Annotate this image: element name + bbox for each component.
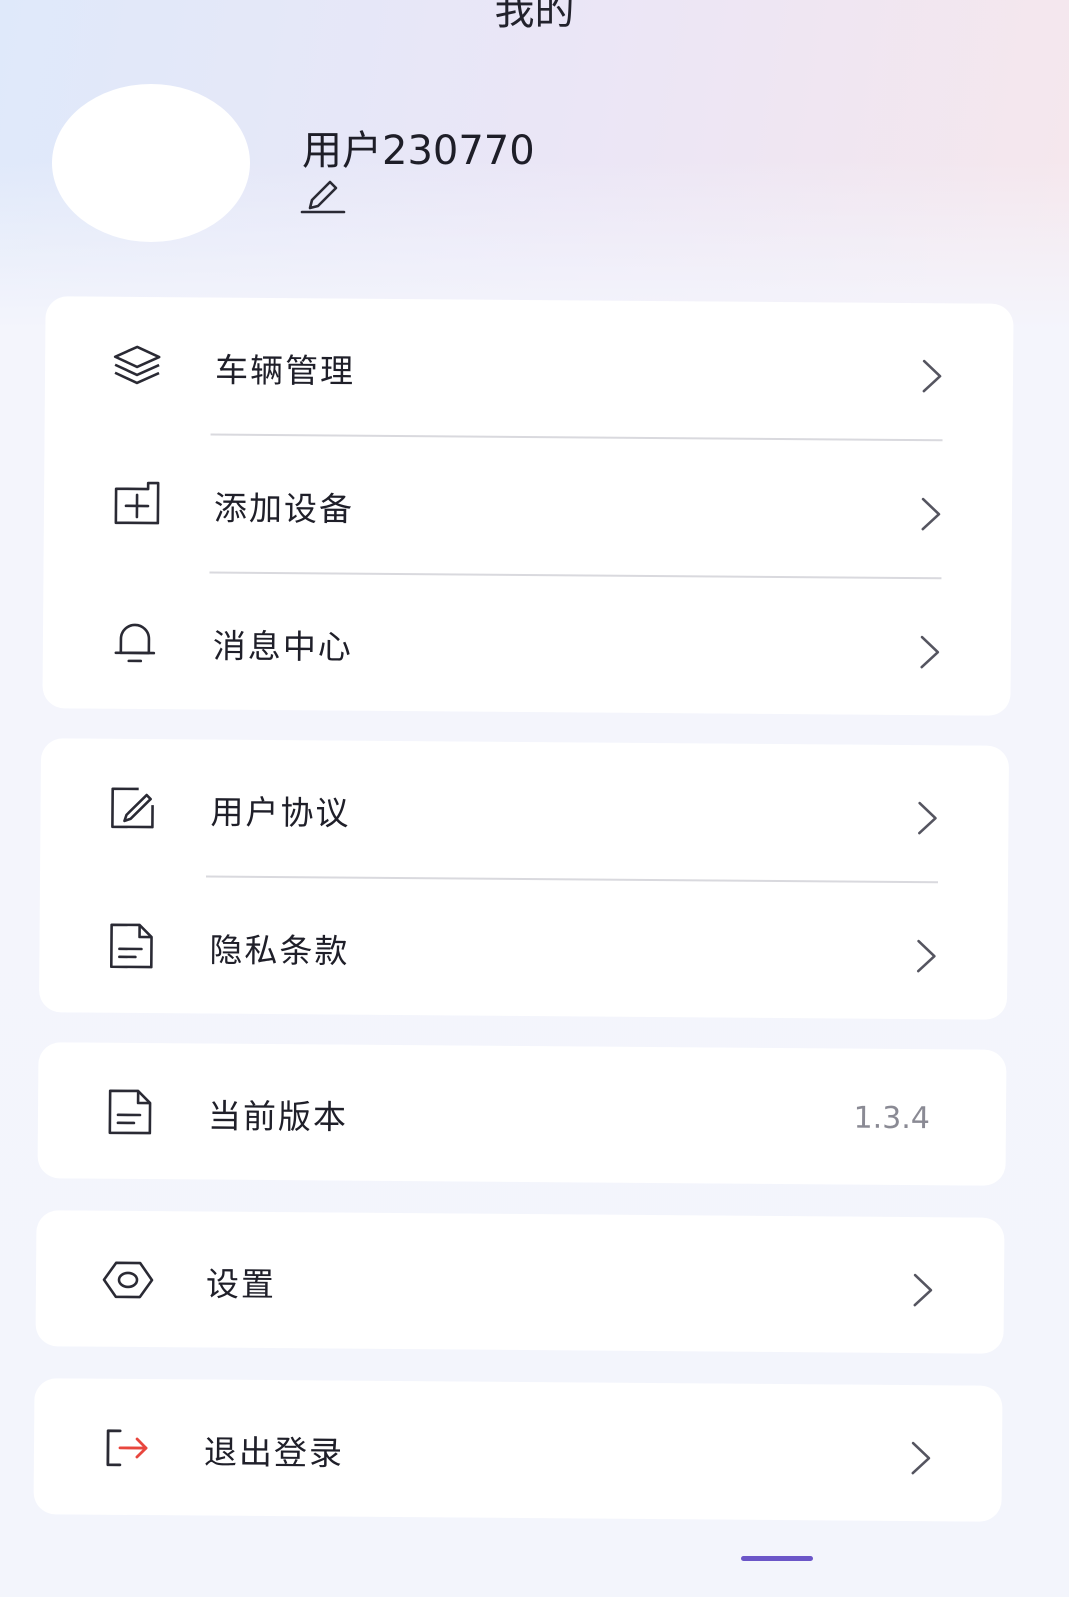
menu-item-vehicle-manage[interactable]: 车辆管理: [45, 296, 1014, 440]
logout-icon: [106, 1429, 148, 1467]
document-icon: [109, 923, 153, 969]
menu-item-label: 车辆管理: [214, 350, 356, 391]
menu-card-settings: 设置: [35, 1210, 1005, 1354]
menu-item-add-device[interactable]: 添加设备: [43, 434, 1012, 578]
menu-card-main: 车辆管理 添加设备 消息中心: [42, 296, 1014, 716]
menu-item-label: 用户协议: [210, 792, 351, 833]
chevron-right-icon: [916, 939, 936, 973]
menu-item-label: 设置: [205, 1264, 277, 1305]
chevron-right-icon: [913, 1273, 933, 1307]
hexagon-settings-icon: [102, 1261, 154, 1299]
page-title: 我的: [494, 0, 575, 34]
menu-card-logout: 退出登录: [33, 1378, 1003, 1522]
menu-card-version: 当前版本 1.3.4: [37, 1042, 1007, 1186]
menu-item-logout[interactable]: 退出登录: [33, 1378, 1002, 1522]
menu-item-privacy-policy[interactable]: 隐私条款: [39, 876, 1008, 1020]
menu-item-label: 消息中心: [212, 626, 354, 667]
chevron-right-icon: [921, 497, 941, 531]
avatar[interactable]: [52, 84, 250, 242]
menu-item-current-version[interactable]: 当前版本 1.3.4: [37, 1042, 1006, 1186]
menu-card-legal: 用户协议 隐私条款: [38, 738, 1010, 1020]
pencil-icon[interactable]: [300, 174, 346, 216]
add-box-icon: [114, 481, 160, 525]
chevron-right-icon: [911, 1441, 931, 1475]
username: 用户230770: [302, 128, 535, 174]
menu-item-label: 退出登录: [203, 1432, 345, 1473]
menu-item-label: 当前版本: [207, 1096, 349, 1137]
home-indicator: [741, 1556, 813, 1561]
document-icon: [108, 1089, 152, 1135]
version-value: 1.3.4: [853, 1100, 931, 1137]
bell-icon: [114, 623, 156, 663]
chevron-right-icon: [922, 359, 942, 393]
menu-item-label: 添加设备: [213, 488, 355, 529]
layers-icon: [113, 345, 161, 385]
menu-item-label: 隐私条款: [209, 930, 350, 971]
chevron-right-icon: [920, 635, 940, 669]
chevron-right-icon: [918, 801, 937, 835]
menu-item-message-center[interactable]: 消息中心: [42, 572, 1011, 716]
menu-item-settings[interactable]: 设置: [35, 1210, 1004, 1354]
menu-item-user-agreement[interactable]: 用户协议: [40, 738, 1009, 882]
edit-document-icon: [111, 787, 154, 829]
